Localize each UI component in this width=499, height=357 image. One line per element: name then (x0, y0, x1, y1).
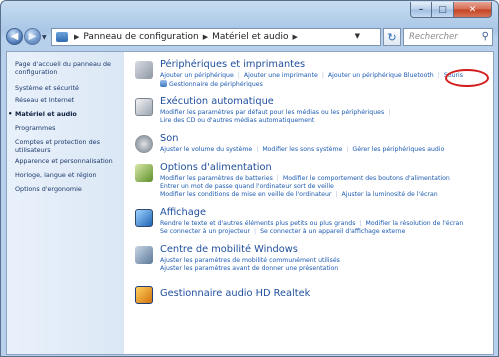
category-title[interactable]: Centre de mobilité Windows (160, 244, 298, 255)
link-wake-password[interactable]: Entrer un mot de passe quand l'ordinateu… (160, 183, 334, 190)
sidebar-item-ease-of-access[interactable]: Options d'ergonomie (15, 185, 123, 193)
category-title[interactable]: Gestionnaire audio HD Realtek (160, 288, 310, 299)
sidebar: Page d'accueil du panneau de configurati… (7, 52, 124, 354)
category-links: Gestionnaire de périphériques (160, 80, 263, 89)
category-links: Ajuster le volume du système | Modifier le… (160, 146, 445, 153)
close-button[interactable]: ✕ (454, 2, 492, 18)
display-icon[interactable] (135, 209, 153, 227)
category-links: Se connecter à un projecteur | Se connecte… (160, 228, 406, 235)
realtek-audio-icon[interactable] (135, 286, 153, 304)
shield-icon (160, 80, 167, 87)
highlight-circle (445, 69, 489, 87)
link-adjust-volume[interactable]: Ajuster le volume du système (160, 146, 252, 153)
refresh-button[interactable]: ↻ (383, 28, 401, 46)
sidebar-item-home[interactable]: Page d'accueil du panneau de configurati… (15, 60, 123, 76)
sidebar-item-programs[interactable]: Programmes (15, 124, 123, 132)
category-links: Modifier les conditions de mise en veill… (160, 191, 438, 198)
mobility-icon[interactable] (135, 246, 153, 264)
link-mobility-settings[interactable]: Ajuster les paramètres de mobilité commu… (160, 257, 340, 264)
search-placeholder: Rechercher (409, 32, 458, 42)
search-box[interactable]: Rechercher ⚲ (403, 28, 493, 46)
search-icon[interactable]: ⚲ (482, 31, 489, 42)
link-play-cd[interactable]: Lire des CD ou d'autres médias automatiq… (160, 117, 314, 124)
breadcrumb-hardware-sound[interactable]: Matériel et audio (212, 32, 288, 42)
sidebar-item-user-accounts[interactable]: Comptes et protection des utilisateurs (15, 138, 123, 154)
content-area: Page d'accueil du panneau de configurati… (6, 51, 494, 355)
link-brightness[interactable]: Ajuster la luminosité de l'écran (342, 191, 438, 198)
breadcrumb-separator-icon[interactable]: ▶ (74, 33, 79, 41)
link-screen-resolution[interactable]: Modifier la résolution de l'écran (366, 220, 464, 227)
autoplay-icon[interactable] (135, 98, 153, 116)
category-links: Lire des CD ou d'autres médias automatiq… (160, 117, 314, 125)
breadcrumb-control-panel[interactable]: Panneau de configuration (83, 32, 198, 42)
forward-button[interactable]: ▶ (24, 28, 41, 45)
link-audio-devices[interactable]: Gérer les périphériques audio (352, 146, 444, 153)
minimize-button[interactable]: – (410, 2, 432, 18)
link-text-size[interactable]: Rendre le texte et d'autres éléments plu… (160, 220, 355, 227)
sidebar-item-system-security[interactable]: Système et sécurité (15, 84, 123, 92)
link-power-buttons[interactable]: Modifier le comportement des boutons d'a… (283, 175, 450, 182)
sidebar-item-network[interactable]: Réseau et Internet (15, 96, 123, 104)
category-title[interactable]: Son (160, 133, 178, 144)
link-add-bluetooth[interactable]: Ajouter un périphérique Bluetooth (328, 72, 434, 79)
category-links: Ajuster les paramètres avant de donner u… (160, 265, 338, 273)
category-title[interactable]: Périphériques et imprimantes (160, 59, 305, 70)
speaker-icon[interactable] (135, 135, 153, 153)
sidebar-item-clock-language[interactable]: Horloge, langue et région (15, 171, 123, 179)
link-add-device[interactable]: Ajouter un périphérique (160, 72, 234, 79)
sidebar-item-appearance[interactable]: Apparence et personnalisation (15, 157, 123, 165)
link-presentation-settings[interactable]: Ajuster les paramètres avant de donner u… (160, 265, 338, 272)
link-system-sounds[interactable]: Modifier les sons système (262, 146, 342, 153)
breadcrumb-separator-icon[interactable]: ▶ (292, 33, 297, 41)
category-title[interactable]: Affichage (160, 207, 206, 218)
link-autoplay-defaults[interactable]: Modifier les paramètres par défaut pour … (160, 109, 384, 116)
address-dropdown-icon[interactable]: ▼ (355, 32, 360, 40)
sidebar-item-label: Matériel et audio (15, 110, 77, 118)
power-icon[interactable] (135, 164, 153, 182)
control-panel-icon (56, 32, 68, 42)
back-button[interactable]: ◀ (6, 28, 23, 45)
control-panel-window: – □ ✕ ◀ ▶ ▼ ▶ Panneau de configuration ▶… (0, 0, 499, 357)
current-page-bullet-icon: • (8, 110, 13, 118)
category-title[interactable]: Exécution automatique (160, 96, 274, 107)
maximize-button[interactable]: □ (432, 2, 454, 18)
window-controls: – □ ✕ (410, 2, 492, 18)
link-device-manager[interactable]: Gestionnaire de périphériques (169, 81, 263, 88)
link-external-display[interactable]: Se connecter à un appareil d'affichage e… (260, 228, 405, 235)
link-add-printer[interactable]: Ajouter une imprimante (244, 72, 318, 79)
sidebar-item-hardware-sound[interactable]: • Matériel et audio (8, 110, 123, 118)
link-sleep-settings[interactable]: Modifier les conditions de mise en veill… (160, 191, 331, 198)
category-title[interactable]: Options d'alimentation (160, 162, 272, 173)
breadcrumb-separator-icon[interactable]: ▶ (203, 33, 208, 41)
link-battery-settings[interactable]: Modifier les paramètres de batteries (160, 175, 273, 182)
recent-pages-dropdown[interactable]: ▼ (42, 34, 47, 41)
address-bar[interactable]: ▶ Panneau de configuration ▶ Matériel et… (51, 28, 381, 46)
navigation-toolbar: ◀ ▶ ▼ ▶ Panneau de configuration ▶ Matér… (1, 25, 498, 49)
main-pane: Périphériques et imprimantes Ajouter un … (124, 52, 493, 354)
link-connect-projector[interactable]: Se connecter à un projecteur (160, 228, 250, 235)
printer-icon[interactable] (135, 61, 153, 79)
title-bar: – □ ✕ (1, 1, 498, 25)
